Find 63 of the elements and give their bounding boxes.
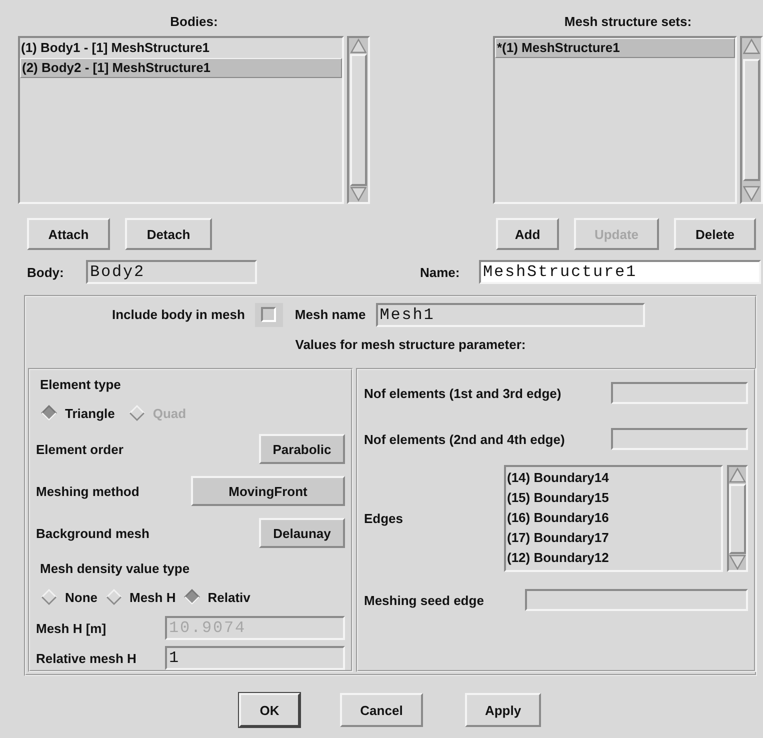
- checkbox[interactable]: [261, 307, 276, 322]
- bodies-list[interactable]: (1) Body1 - [1] MeshStructure1 (2) Body2 - [1] MeshStructure1: [18, 36, 344, 204]
- scrollbar[interactable]: [740, 36, 763, 204]
- list-item[interactable]: (12) Boundary12: [506, 548, 721, 568]
- group-label: Mesh density value type: [40, 560, 191, 578]
- group-label: Element type: [40, 376, 122, 394]
- list-heading: Bodies:: [169, 13, 219, 31]
- input-field[interactable]: [525, 589, 748, 611]
- field-label: Meshing seed edge: [364, 592, 484, 608]
- option-menu[interactable]: MovingFront: [191, 476, 345, 506]
- radio-button[interactable]: [41, 405, 57, 421]
- list-item[interactable]: (16) Boundary16: [506, 508, 721, 528]
- radio-label[interactable]: Mesh H: [130, 590, 176, 604]
- push-button[interactable]: OK: [239, 693, 300, 727]
- list-item[interactable]: (1) Body1 - [1] MeshStructure1: [20, 38, 342, 58]
- input-field[interactable]: [611, 382, 748, 404]
- option-label: Meshing method: [36, 484, 140, 498]
- radio-button[interactable]: [184, 589, 200, 605]
- list-item[interactable]: (15) Boundary15: [506, 488, 721, 508]
- field-label: Relative mesh H: [36, 650, 138, 666]
- section-title: Values for mesh structure parameter:: [294, 336, 527, 354]
- scrollbar-thumb[interactable]: [743, 59, 760, 181]
- down-arrow-icon[interactable]: [743, 185, 760, 202]
- edges-list[interactable]: (14) Boundary14 (15) Boundary15 (16) Boundary16 (17) Boundary17 (12) Boundary12: [504, 465, 723, 572]
- option-menu[interactable]: Delaunay: [259, 518, 345, 548]
- scrollbar[interactable]: [727, 465, 748, 572]
- radio-label[interactable]: None: [65, 590, 98, 604]
- field-label: Body:: [27, 264, 65, 280]
- down-arrow-icon[interactable]: [350, 186, 367, 202]
- down-arrow-icon[interactable]: [729, 554, 746, 570]
- name-field[interactable]: MeshStructure1: [479, 260, 761, 284]
- checkbox-label: Include body in mesh: [112, 307, 245, 322]
- push-button[interactable]: Detach: [125, 218, 212, 250]
- field-label: Name:: [420, 264, 461, 280]
- mesh-name-field[interactable]: Mesh1: [376, 302, 645, 326]
- option-menu[interactable]: Parabolic: [259, 434, 345, 464]
- list-heading: Mesh structure sets:: [563, 13, 693, 31]
- scrollbar[interactable]: [347, 36, 370, 204]
- radio-label[interactable]: Triangle: [65, 406, 115, 420]
- field-label: Nof elements (1st and 3rd edge): [364, 386, 562, 400]
- option-label: Element order: [36, 442, 124, 456]
- list-item[interactable]: *(1) MeshStructure1: [495, 38, 736, 58]
- mesh-sets-list[interactable]: *(1) MeshStructure1: [493, 36, 738, 204]
- up-arrow-icon[interactable]: [743, 38, 760, 55]
- up-arrow-icon[interactable]: [350, 38, 367, 54]
- body-field[interactable]: Body2: [86, 260, 257, 284]
- push-button[interactable]: Cancel: [340, 693, 423, 727]
- field-label: Mesh H [m]: [36, 620, 108, 636]
- up-arrow-icon[interactable]: [729, 467, 746, 484]
- relative-mesh-h-field[interactable]: 1: [165, 646, 345, 670]
- option-label: Background mesh: [36, 526, 150, 540]
- field-label: Nof elements (2nd and 4th edge): [364, 432, 565, 446]
- push-button[interactable]: Apply: [465, 693, 541, 727]
- list-item[interactable]: (17) Boundary17: [506, 528, 721, 548]
- list-item[interactable]: (14) Boundary14: [506, 468, 721, 488]
- field-label: Mesh name: [294, 307, 366, 322]
- input-field[interactable]: [611, 428, 748, 450]
- list-label: Edges: [364, 511, 404, 526]
- push-button[interactable]: Attach: [27, 218, 110, 250]
- radio-label[interactable]: Relativ: [208, 590, 250, 604]
- push-button[interactable]: Delete: [674, 218, 756, 250]
- list-item[interactable]: (2) Body2 - [1] MeshStructure1: [20, 58, 342, 78]
- push-button[interactable]: Add: [496, 218, 559, 250]
